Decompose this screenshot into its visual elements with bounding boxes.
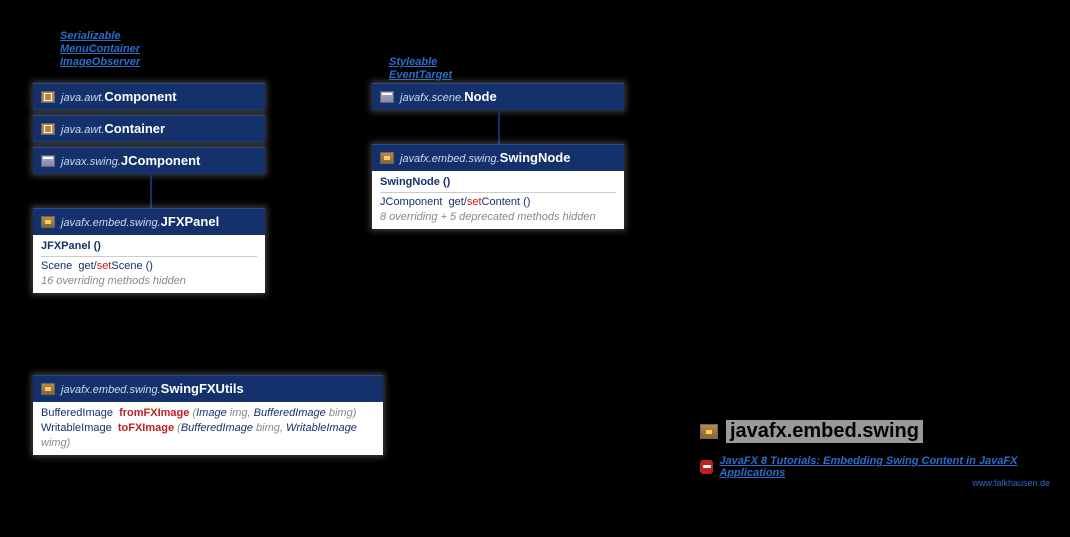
class-component[interactable]: java.awt.Component [33, 83, 265, 110]
class-body: SwingNode () JComponent get/setContent (… [372, 171, 624, 229]
hidden-methods-note: 8 overriding + 5 deprecated methods hidd… [380, 210, 616, 225]
interface-link[interactable]: ImageObserver [60, 56, 140, 69]
interface-link[interactable]: EventTarget [389, 69, 452, 82]
package-icon [700, 424, 718, 439]
interface-link[interactable]: Serializable [60, 30, 140, 43]
right-interfaces: Styleable EventTarget [389, 56, 452, 82]
class-body: BufferedImage fromFXImage (Image img, Bu… [33, 402, 383, 455]
class-swingnode[interactable]: javafx.embed.swing.SwingNode SwingNode (… [372, 144, 624, 229]
class-icon [41, 383, 55, 395]
hidden-methods-note: 16 overriding methods hidden [41, 274, 257, 289]
constructor: SwingNode () [380, 175, 616, 193]
class-header: javafx.embed.swing.SwingFXUtils [33, 375, 383, 402]
interface-link[interactable]: Styleable [389, 56, 452, 69]
class-header: java.awt.Container [33, 115, 265, 142]
package-title: javafx.embed.swing [700, 420, 923, 443]
gui-class-icon [41, 155, 55, 167]
class-body: JFXPanel () Scene get/setScene () 16 ove… [33, 235, 265, 293]
class-jcomponent[interactable]: javax.swing.JComponent [33, 147, 265, 174]
class-header: javafx.embed.swing.JFXPanel [33, 208, 265, 235]
class-header: javafx.embed.swing.SwingNode [372, 144, 624, 171]
method-row: WritableImage toFXImage (BufferedImage b… [41, 421, 375, 451]
method-row: JComponent get/setContent () [380, 195, 616, 210]
class-swingfxutils[interactable]: javafx.embed.swing.SwingFXUtils Buffered… [33, 375, 383, 455]
abstract-class-icon [41, 91, 55, 103]
left-interfaces: Serializable MenuContainer ImageObserver [60, 30, 140, 69]
connector [150, 170, 152, 208]
class-jfxpanel[interactable]: javafx.embed.swing.JFXPanel JFXPanel () … [33, 208, 265, 293]
method-row: BufferedImage fromFXImage (Image img, Bu… [41, 406, 375, 421]
class-icon [41, 216, 55, 228]
method-row: Scene get/setScene () [41, 259, 257, 274]
constructor: JFXPanel () [41, 239, 257, 257]
class-container[interactable]: java.awt.Container [33, 115, 265, 142]
class-header: javax.swing.JComponent [33, 147, 265, 174]
abstract-class-icon [41, 123, 55, 135]
tutorial-link[interactable]: JavaFX 8 Tutorials: Embedding Swing Cont… [719, 455, 1070, 479]
interface-link[interactable]: MenuContainer [60, 43, 140, 56]
tutorial-link-row: JavaFX 8 Tutorials: Embedding Swing Cont… [700, 455, 1070, 479]
connector [498, 106, 500, 144]
credit-link[interactable]: www.falkhausen.de [972, 478, 1050, 488]
gui-class-icon [380, 91, 394, 103]
class-header: java.awt.Component [33, 83, 265, 110]
oracle-icon [700, 460, 713, 474]
class-icon [380, 152, 394, 164]
